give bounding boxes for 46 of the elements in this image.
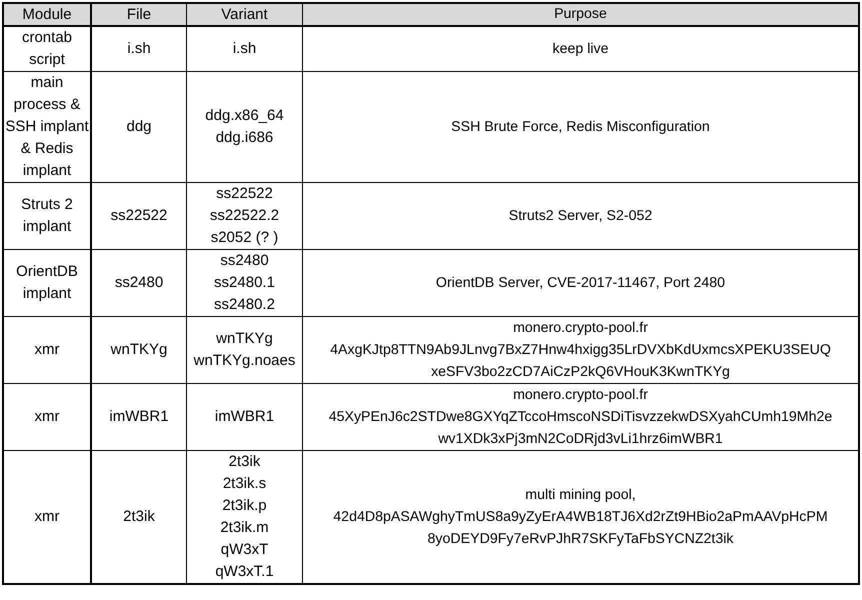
variant-name: 2t3ik.s [222, 473, 266, 495]
variant-name: qW3xT [220, 539, 268, 561]
table-cell: ss2480 [91, 250, 186, 316]
table-cell: imWBR1 [91, 384, 186, 450]
variant-name: qW3xT.1 [215, 561, 274, 583]
purpose-text: 8yoDEYD9Fy7eRvPJhR7SKFyTaFbSYCNZ2t3ik [428, 528, 734, 550]
variant-name: imWBR1 [214, 406, 274, 428]
variant-name: wnTKYg.noaes [194, 350, 296, 372]
variant-name: ss22522 [216, 183, 273, 205]
variant-name: ss22522.2 [210, 205, 280, 227]
variant-name: ss2480.1 [214, 272, 275, 294]
table-cell: OrientDB implant [3, 250, 91, 316]
purpose-text: monero.crypto-pool.fr [513, 317, 648, 339]
table-cell: xmr [3, 316, 91, 384]
table-cell: main process & SSH implant & Redis implant [3, 72, 91, 182]
purpose-text: 42d4D8pASAWghyTmUS8a9yZyErA4WB18TJ6Xd2rZt9HBio2aPmAAVpHcPM [333, 506, 828, 528]
purpose-text: 45XyPEnJ6c2STDwe8GXYqZTccoHmscoNSDiTisvzzekwDSXyahCUmh19Mh2e [328, 406, 832, 428]
column-header: Variant [186, 3, 302, 26]
purpose-text: multi mining pool, [525, 484, 636, 506]
purpose-text: monero.crypto-pool.fr [513, 384, 648, 406]
variant-name: ddg.i686 [216, 127, 274, 149]
purpose-text: xeSFV3bo2zCD7AiCzP2kQ6VHouK3KwnTKYg [431, 361, 730, 383]
column-header: Module [3, 3, 91, 26]
purpose-text: keep live [552, 38, 608, 60]
purpose-text: OrientDB Server, CVE-2017-11467, Port 2480 [436, 272, 726, 294]
purpose-text: SSH Brute Force, Redis Misconfiguration [451, 116, 710, 138]
variant-name: s2052 (? ) [210, 227, 278, 249]
variant-name: i.sh [232, 38, 256, 60]
variant-name: 2t3ik.p [222, 495, 267, 517]
variant-name: 2t3ik [228, 451, 260, 473]
variant-name: ddg.x86_64 [205, 105, 284, 127]
table-cell: ddg [91, 72, 186, 182]
table-cell: Struts 2 implant [3, 182, 91, 250]
purpose-text: wv1XDk3xPj3mN2CoDRjd3vLi1hrz6imWBR1 [438, 428, 723, 450]
purpose-text: Struts2 Server, S2-052 [508, 205, 652, 227]
table-cell: ss22522 [91, 182, 186, 250]
column-header: File [91, 3, 186, 26]
variant-name: ss2480.2 [214, 294, 275, 316]
variant-name: wnTKYg [216, 328, 273, 350]
table-cell: wnTKYg [91, 316, 186, 384]
purpose-text: 4AxgKJtp8TTN9Ab9JLnvg7BxZ7Hnw4hxigg35LrDVXbKdUxmcsXPEKU3SEUQ [330, 339, 831, 361]
table-cell: xmr [3, 384, 91, 450]
variant-name: ss2480 [220, 250, 269, 272]
variant-name: 2t3ik.m [220, 517, 269, 539]
column-header: Purpose [302, 3, 859, 26]
table-cell: i.sh [91, 26, 186, 72]
